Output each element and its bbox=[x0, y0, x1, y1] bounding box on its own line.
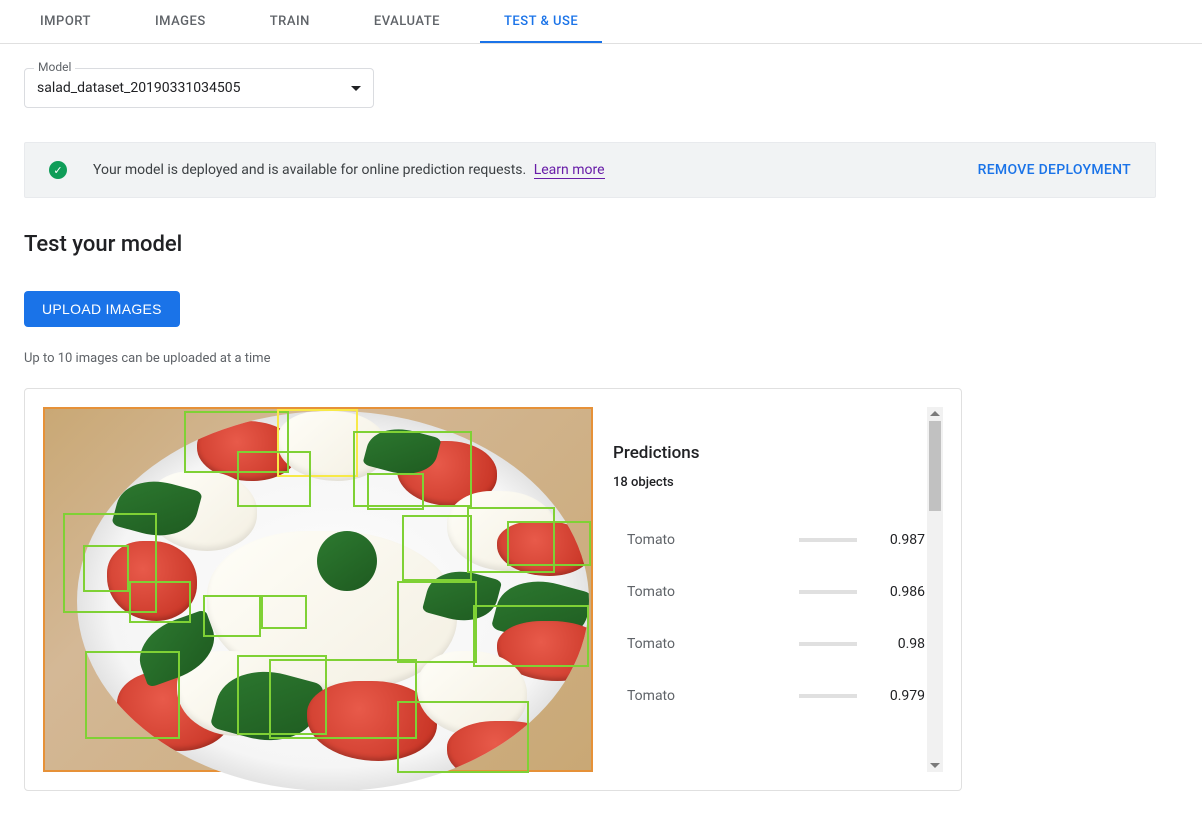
prediction-row[interactable]: Tomato 0.986 bbox=[613, 566, 925, 618]
check-circle-icon: ✓ bbox=[49, 161, 67, 179]
tab-train[interactable]: TRAIN bbox=[246, 0, 334, 43]
prediction-bar bbox=[799, 538, 857, 542]
prediction-label: Tomato bbox=[613, 636, 799, 652]
predictions-panel: Predictions 18 objects Tomato0.987Tomato… bbox=[613, 407, 943, 772]
prediction-score: 0.986 bbox=[877, 584, 925, 600]
tab-bar: IMPORT IMAGES TRAIN EVALUATE TEST & USE bbox=[0, 0, 1202, 44]
banner-message: Your model is deployed and is available … bbox=[93, 162, 526, 178]
prediction-score: 0.979 bbox=[877, 688, 925, 704]
tab-evaluate[interactable]: EVALUATE bbox=[350, 0, 464, 43]
prediction-label: Tomato bbox=[613, 532, 799, 548]
caret-down-icon bbox=[351, 86, 361, 91]
salad-image bbox=[77, 411, 589, 791]
prediction-bar bbox=[799, 642, 857, 646]
remove-deployment-button[interactable]: REMOVE DEPLOYMENT bbox=[978, 162, 1131, 178]
banner-text: Your model is deployed and is available … bbox=[93, 162, 605, 178]
prediction-score: 0.98 bbox=[877, 636, 925, 652]
scrollbar-thumb[interactable] bbox=[929, 421, 941, 511]
page-content: Model salad_dataset_20190331034505 ✓ You… bbox=[0, 44, 1180, 815]
tab-import[interactable]: IMPORT bbox=[16, 0, 115, 43]
tab-images[interactable]: IMAGES bbox=[131, 0, 230, 43]
prediction-row[interactable]: Tomato 0.987 bbox=[613, 514, 925, 566]
deployment-banner: ✓ Your model is deployed and is availabl… bbox=[24, 142, 1156, 198]
test-section-title: Test your model bbox=[24, 232, 1156, 257]
prediction-result-card: Predictions 18 objects Tomato0.987Tomato… bbox=[24, 388, 962, 791]
predictions-scrollbar[interactable] bbox=[927, 407, 943, 772]
tab-test-and-use[interactable]: TEST & USE bbox=[480, 0, 602, 43]
predictions-count: 18 objects bbox=[613, 475, 925, 490]
prediction-bar bbox=[799, 694, 857, 698]
prediction-row[interactable]: Tomato 0.979 bbox=[613, 670, 925, 722]
prediction-row[interactable]: Tomato 0.98 bbox=[613, 618, 925, 670]
model-selector-row: Model salad_dataset_20190331034505 bbox=[24, 68, 1156, 108]
prediction-score: 0.987 bbox=[877, 532, 925, 548]
prediction-label: Tomato bbox=[613, 584, 799, 600]
model-select-wrap: Model salad_dataset_20190331034505 bbox=[24, 68, 374, 108]
prediction-label: Tomato bbox=[613, 688, 799, 704]
model-select-label: Model bbox=[34, 60, 75, 74]
upload-hint: Up to 10 images can be uploaded at a tim… bbox=[24, 351, 1156, 366]
model-select-value: salad_dataset_20190331034505 bbox=[37, 80, 240, 96]
predictions-title: Predictions bbox=[613, 443, 925, 463]
prediction-bar bbox=[799, 590, 857, 594]
learn-more-link[interactable]: Learn more bbox=[534, 162, 605, 179]
upload-images-button[interactable]: UPLOAD IMAGES bbox=[24, 291, 180, 327]
test-image-panel bbox=[43, 407, 593, 772]
model-select[interactable]: salad_dataset_20190331034505 bbox=[24, 68, 374, 108]
